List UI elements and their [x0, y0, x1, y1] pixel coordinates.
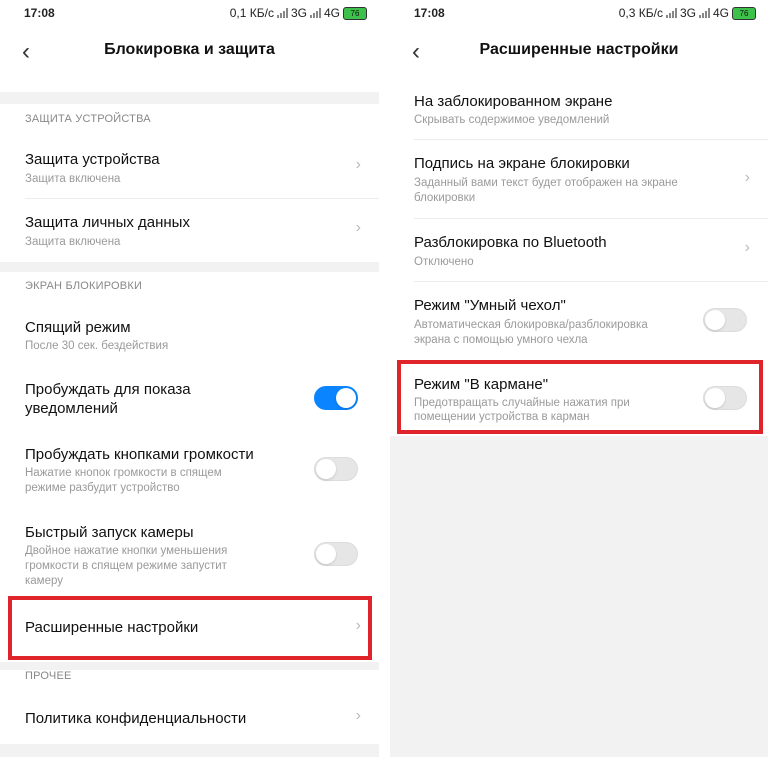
- setting-subtitle-line2: помещении устройства в карман: [414, 411, 590, 423]
- setting-subtitle: Защита включена: [25, 236, 121, 248]
- chevron-right-icon: ›: [355, 219, 361, 236]
- setting-subtitle-line2: экрана с помощью умного чехла: [414, 334, 588, 346]
- network-type-3g: 3G: [679, 6, 696, 20]
- setting-smart-cover[interactable]: Режим "Умный чехол" Автоматическая блоки…: [390, 282, 768, 358]
- status-time: 17:08: [414, 6, 445, 20]
- setting-wake-volume-buttons[interactable]: Пробуждать кнопками громкости Нажатие кн…: [0, 436, 379, 504]
- chevron-right-icon: ›: [355, 707, 361, 724]
- setting-subtitle: Отключено: [414, 256, 474, 268]
- quick-camera-toggle[interactable]: [314, 542, 358, 566]
- setting-subtitle-line1: Автоматическая блокировка/разблокировка: [414, 319, 648, 331]
- status-bar: 17:08 0,1 КБ/с 3G 4G 76: [0, 0, 379, 26]
- network-type-3g: 3G: [290, 6, 307, 20]
- setting-subtitle-line2: блокировки: [414, 192, 476, 204]
- setting-title: Пробуждать кнопками громкости: [25, 446, 254, 463]
- title-bar: ‹ Расширенные настройки: [390, 26, 768, 76]
- section-label-lock-screen: ЭКРАН БЛОКИРОВКИ: [25, 280, 143, 292]
- setting-wake-for-notifications[interactable]: Пробуждать для показа уведомлений: [0, 368, 379, 432]
- setting-sleep-mode[interactable]: Спящий режим После 30 сек. бездействия: [0, 303, 379, 365]
- setting-title: Расширенные настройки: [25, 619, 199, 636]
- setting-title: Защита устройства: [25, 151, 160, 168]
- setting-lock-signature[interactable]: Подпись на экране блокировки Заданный ва…: [390, 140, 768, 218]
- setting-subtitle-line1: Предотвращать случайные нажатия при: [414, 397, 630, 409]
- setting-title: Подпись на экране блокировки: [414, 155, 630, 172]
- setting-advanced[interactable]: Расширенные настройки ›: [0, 600, 379, 656]
- chevron-right-icon: ›: [355, 156, 361, 173]
- network-speed: 0,1 КБ/с: [229, 6, 274, 20]
- signal-icon: [665, 8, 677, 18]
- signal-icon: [276, 8, 288, 18]
- setting-title-line1: Пробуждать для показа: [25, 381, 191, 398]
- setting-subtitle: Защита включена: [25, 173, 121, 185]
- setting-personal-data[interactable]: Защита личных данных Защита включена ›: [0, 199, 379, 261]
- title-bar: ‹ Блокировка и защита: [0, 26, 379, 76]
- network-speed: 0,3 КБ/с: [618, 6, 663, 20]
- page-title: Расширенные настройки: [479, 41, 679, 58]
- section-divider: [0, 92, 379, 104]
- signal-icon: [309, 8, 321, 18]
- page-title: Блокировка и защита: [104, 41, 275, 58]
- smart-cover-toggle[interactable]: [703, 308, 747, 332]
- battery-icon: 76: [732, 6, 756, 20]
- setting-subtitle-line1: Заданный вами текст будет отображен на э…: [414, 177, 678, 189]
- chevron-right-icon: ›: [355, 617, 361, 634]
- chevron-right-icon: ›: [744, 169, 750, 186]
- signal-icon: [698, 8, 710, 18]
- right-screen: 17:08 0,3 КБ/с 3G 4G 76 ‹ Расширенные на…: [390, 0, 768, 757]
- setting-device-protection[interactable]: Защита устройства Защита включена ›: [0, 136, 379, 198]
- setting-title: Режим "Умный чехол": [414, 297, 566, 314]
- setting-title: Быстрый запуск камеры: [25, 524, 194, 541]
- setting-title: Защита личных данных: [25, 214, 190, 231]
- setting-title-line2: уведомлений: [25, 400, 118, 417]
- setting-subtitle-line2: режиме разбудит устройство: [25, 482, 180, 494]
- panel-gap: [379, 0, 390, 757]
- setting-pocket-mode[interactable]: Режим "В кармане" Предотвращать случайны…: [390, 364, 768, 430]
- status-time: 17:08: [24, 6, 55, 20]
- battery-icon: 76: [343, 6, 367, 20]
- section-divider: [0, 262, 379, 272]
- setting-privacy-policy[interactable]: Политика конфиденциальности ›: [0, 692, 379, 744]
- setting-title: Спящий режим: [25, 319, 131, 336]
- pocket-mode-toggle[interactable]: [703, 386, 747, 410]
- setting-subtitle-line1: Двойное нажатие кнопки уменьшения: [25, 545, 228, 557]
- section-divider: [0, 744, 379, 757]
- network-type-4g: 4G: [712, 6, 729, 20]
- setting-quick-camera[interactable]: Быстрый запуск камеры Двойное нажатие кн…: [0, 512, 379, 592]
- wake-volume-toggle[interactable]: [314, 457, 358, 481]
- section-label-other: ПРОЧЕЕ: [25, 670, 72, 682]
- setting-title: Разблокировка по Bluetooth: [414, 234, 607, 251]
- setting-title: Политика конфиденциальности: [25, 710, 247, 727]
- setting-subtitle-line2: громкости в спящем режиме запустит: [25, 560, 227, 572]
- setting-subtitle-line3: камеру: [25, 575, 63, 587]
- setting-subtitle: Скрывать содержимое уведомлений: [414, 114, 610, 126]
- setting-bluetooth-unlock[interactable]: Разблокировка по Bluetooth Отключено ›: [390, 219, 768, 281]
- setting-subtitle: После 30 сек. бездействия: [25, 340, 169, 352]
- setting-title: Режим "В кармане": [414, 376, 549, 393]
- left-screen: 17:08 0,1 КБ/с 3G 4G 76 ‹ Блокировка и з…: [0, 0, 379, 757]
- section-label-device-protection: ЗАЩИТА УСТРОЙСТВА: [25, 113, 151, 125]
- chevron-right-icon: ›: [744, 239, 750, 256]
- network-type-4g: 4G: [323, 6, 340, 20]
- setting-on-lock-screen[interactable]: На заблокированном экране Скрывать содер…: [390, 80, 768, 138]
- section-divider: [0, 662, 379, 670]
- wake-notify-toggle[interactable]: [314, 386, 358, 410]
- setting-subtitle-line1: Нажатие кнопок громкости в спящем: [25, 467, 222, 479]
- setting-title: На заблокированном экране: [414, 93, 613, 110]
- status-bar: 17:08 0,3 КБ/с 3G 4G 76: [390, 0, 768, 26]
